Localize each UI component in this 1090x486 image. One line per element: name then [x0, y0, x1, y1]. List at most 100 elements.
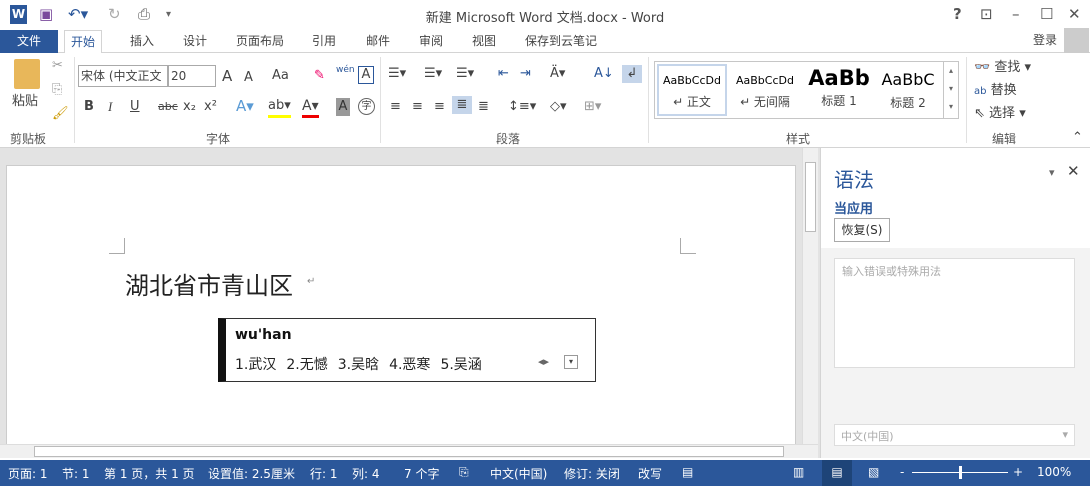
pane-close-icon[interactable]: ✕: [1067, 162, 1080, 180]
ime-candidate[interactable]: 2.无憾: [286, 357, 327, 373]
zoom-level[interactable]: 100%: [1037, 465, 1071, 479]
read-mode-icon[interactable]: ▥: [793, 465, 804, 479]
borders-icon[interactable]: ⊞▾: [584, 98, 601, 116]
distributed-icon[interactable]: ≣: [478, 98, 489, 116]
status-line[interactable]: 行: 1: [310, 465, 338, 482]
status-page[interactable]: 页面: 1: [8, 465, 48, 482]
vertical-scrollbar[interactable]: [802, 148, 818, 444]
cut-icon[interactable]: ✂: [52, 57, 63, 75]
status-section[interactable]: 节: 1: [62, 465, 90, 482]
style-heading-2[interactable]: AaBbC 标题 2: [875, 66, 941, 116]
tab-design[interactable]: 设计: [177, 30, 213, 53]
style-no-spacing[interactable]: AaBbCcDd ↵ 无间隔: [729, 66, 801, 116]
web-layout-icon[interactable]: ▧: [868, 465, 879, 479]
zoom-out-button[interactable]: -: [900, 465, 904, 479]
status-position[interactable]: 设置值: 2.5厘米: [208, 465, 295, 482]
char-border-icon[interactable]: A: [358, 66, 374, 84]
tab-references[interactable]: 引用: [306, 30, 342, 53]
superscript-button[interactable]: x²: [204, 98, 217, 116]
subscript-button[interactable]: x₂: [183, 98, 196, 116]
font-color-icon[interactable]: A▾: [302, 97, 319, 118]
multilevel-list-icon[interactable]: ☰▾: [456, 65, 474, 83]
document-page[interactable]: 湖北省市青山区 ↵: [6, 165, 796, 445]
char-shading-icon[interactable]: A: [336, 98, 350, 116]
numbering-icon[interactable]: ☰▾: [424, 65, 442, 83]
bold-button[interactable]: B: [84, 98, 94, 116]
style-normal[interactable]: AaBbCcDd ↵ 正文: [657, 64, 727, 116]
format-painter-icon[interactable]: 🖌: [52, 105, 69, 123]
ime-candidate[interactable]: 5.吴涵: [440, 357, 481, 373]
ribbon-display-icon[interactable]: ⊡: [980, 5, 993, 23]
macro-icon[interactable]: ▤: [682, 465, 693, 479]
help-button[interactable]: ?: [953, 5, 962, 23]
tab-insert[interactable]: 插入: [124, 30, 160, 53]
status-words[interactable]: 7 个字: [404, 465, 439, 482]
align-right-icon[interactable]: ≡: [434, 98, 445, 116]
tab-cloud-notes[interactable]: 保存到云笔记: [519, 30, 603, 53]
ime-candidate[interactable]: 4.恶寒: [389, 357, 430, 373]
strikethrough-button[interactable]: abc: [158, 98, 178, 116]
zoom-in-button[interactable]: +: [1013, 465, 1023, 479]
justify-icon[interactable]: ≣: [452, 96, 472, 114]
document-text[interactable]: 湖北省市青山区: [125, 266, 293, 301]
paste-icon[interactable]: [14, 59, 40, 89]
horizontal-scrollbar[interactable]: [0, 444, 818, 458]
status-pages[interactable]: 第 1 页，共 1 页: [104, 465, 195, 482]
resume-button[interactable]: 恢复(S): [834, 218, 890, 242]
replace-button[interactable]: ab 替换: [974, 82, 1017, 101]
change-case-button[interactable]: Aa: [272, 67, 289, 85]
clear-format-icon[interactable]: ✎: [314, 67, 325, 85]
ime-candidate[interactable]: 1.武汉: [235, 357, 276, 373]
tab-layout[interactable]: 页面布局: [230, 30, 290, 53]
signin-link[interactable]: 登录: [1027, 29, 1063, 52]
highlight-icon[interactable]: ab▾: [268, 97, 291, 118]
tab-view[interactable]: 视图: [466, 30, 502, 53]
correction-input[interactable]: 输入错误或特殊用法: [834, 258, 1075, 368]
find-button[interactable]: 👓 查找 ▾: [974, 59, 1031, 77]
shading-icon[interactable]: ◇▾: [550, 98, 567, 116]
phonetic-guide-button[interactable]: wén: [336, 61, 355, 79]
enclose-char-button[interactable]: 字: [358, 98, 375, 115]
grow-font-button[interactable]: A: [222, 67, 232, 85]
chinese-layout-icon[interactable]: Ä▾: [550, 65, 565, 83]
tab-file[interactable]: 文件: [0, 30, 58, 53]
show-marks-icon[interactable]: ↲: [622, 65, 642, 83]
italic-button[interactable]: I: [108, 98, 112, 116]
shrink-font-button[interactable]: A: [244, 69, 253, 87]
ime-expand-icon[interactable]: ▾: [564, 355, 578, 369]
maximize-icon[interactable]: ☐: [1040, 5, 1053, 23]
scroll-thumb[interactable]: [805, 162, 816, 232]
ime-page-arrows-icon[interactable]: ◂▸: [538, 355, 549, 368]
avatar[interactable]: [1064, 28, 1089, 53]
status-column[interactable]: 列: 4: [352, 465, 380, 482]
close-icon[interactable]: ✕: [1068, 5, 1081, 23]
scroll-thumb[interactable]: [34, 446, 784, 457]
increase-indent-icon[interactable]: ⇥: [520, 65, 531, 83]
ime-candidate[interactable]: 3.吴晗: [338, 357, 379, 373]
language-select[interactable]: 中文(中国) ▾: [834, 424, 1075, 446]
tab-review[interactable]: 审阅: [413, 30, 449, 53]
line-spacing-icon[interactable]: ↕≡▾: [508, 98, 536, 116]
underline-button[interactable]: U: [130, 98, 140, 116]
status-overtype[interactable]: 改写: [638, 465, 662, 482]
styles-scroll[interactable]: ▴ ▾ ▾: [943, 62, 958, 118]
sort-icon[interactable]: A↓: [594, 65, 614, 83]
print-layout-icon[interactable]: ▤: [822, 460, 852, 486]
collapse-ribbon-icon[interactable]: ⌃: [1072, 129, 1083, 147]
minimize-icon[interactable]: –: [1012, 5, 1020, 23]
font-name-select[interactable]: 宋体 (中文正文: [78, 65, 168, 87]
align-center-icon[interactable]: ≡: [412, 98, 423, 116]
text-effects-icon[interactable]: A▾: [236, 97, 254, 115]
zoom-slider-thumb[interactable]: [959, 466, 962, 479]
proofing-icon[interactable]: ⎘: [459, 465, 469, 480]
select-button[interactable]: ⇖ 选择 ▾: [974, 105, 1026, 123]
status-track-changes[interactable]: 修订: 关闭: [564, 465, 620, 482]
tab-home[interactable]: 开始: [64, 30, 103, 54]
paste-button[interactable]: 粘贴: [12, 93, 38, 111]
status-language[interactable]: 中文(中国): [490, 465, 547, 482]
pane-options-icon[interactable]: ▾: [1049, 166, 1055, 179]
font-size-select[interactable]: 20: [168, 65, 216, 87]
align-left-icon[interactable]: ≡: [390, 98, 401, 116]
copy-icon[interactable]: ⎘: [52, 81, 62, 99]
style-heading-1[interactable]: AaBb 标题 1: [803, 66, 875, 116]
